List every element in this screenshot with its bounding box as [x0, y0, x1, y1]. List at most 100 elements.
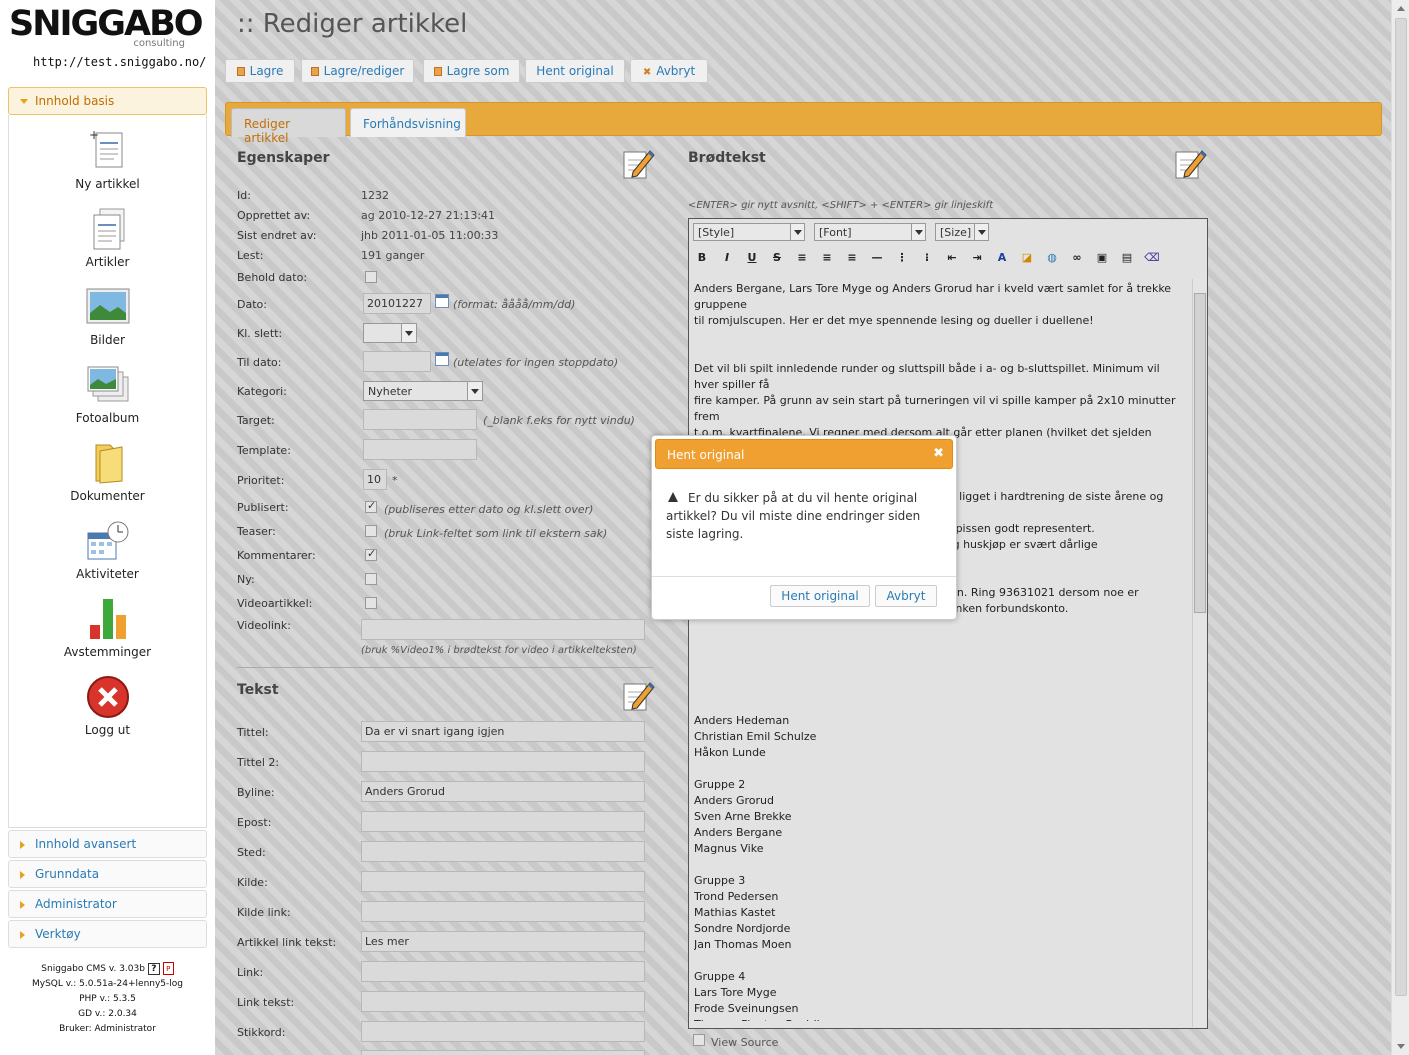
- page-scroll-thumb[interactable]: [1395, 18, 1407, 996]
- section-innhold-basis[interactable]: Innhold basis: [8, 87, 207, 115]
- align-left-icon[interactable]: ≡: [793, 249, 811, 267]
- globe-link-icon[interactable]: ◍: [1043, 249, 1061, 267]
- section-verktoy[interactable]: Verktøy: [8, 920, 207, 948]
- confirm-get-original-button[interactable]: Hent original: [770, 585, 870, 607]
- calendar-icon[interactable]: [435, 294, 449, 308]
- align-center-icon[interactable]: ≡: [818, 249, 836, 267]
- teaser-checkbox[interactable]: [365, 525, 377, 537]
- article-link-text-field[interactable]: Les mer: [361, 931, 645, 952]
- place-field[interactable]: [361, 841, 645, 862]
- highlight-icon[interactable]: ◪: [1018, 249, 1036, 267]
- module-activities[interactable]: Aktiviteter: [9, 519, 206, 581]
- dialog-cancel-button[interactable]: Avbryt: [875, 585, 937, 607]
- style-select[interactable]: [Style]: [693, 223, 805, 241]
- extra-field[interactable]: [361, 1050, 645, 1055]
- properties-heading: Egenskaper: [237, 150, 330, 166]
- dialog-title-bar: Hent original ✖: [655, 439, 953, 469]
- editor-scrollbar[interactable]: [1192, 279, 1206, 1027]
- editor-content[interactable]: Anders Bergane, Lars Tore Myge og Anders…: [694, 281, 1184, 1021]
- unordered-list-icon[interactable]: ⁝: [918, 249, 936, 267]
- keywords-field[interactable]: [361, 1021, 645, 1042]
- target-field[interactable]: [363, 409, 477, 430]
- view-source-checkbox[interactable]: [693, 1034, 705, 1046]
- collapsed-arrow-icon: [20, 931, 25, 939]
- indent-icon[interactable]: ⇥: [968, 249, 986, 267]
- module-polls[interactable]: Avstemminger: [9, 597, 206, 659]
- category-select[interactable]: Nyheter: [363, 381, 483, 401]
- calendar-clock-icon: [87, 521, 128, 560]
- published-checkbox[interactable]: [365, 499, 377, 513]
- underline-icon[interactable]: U: [743, 249, 761, 267]
- calendar-icon[interactable]: [435, 352, 449, 366]
- read-count: 191 ganger: [361, 249, 425, 262]
- page-scrollbar[interactable]: [1391, 0, 1409, 1055]
- comments-checkbox[interactable]: [365, 547, 377, 561]
- body-text-heading: Brødtekst: [688, 150, 766, 166]
- align-right-icon[interactable]: ≡: [843, 249, 861, 267]
- link-field[interactable]: [361, 961, 645, 982]
- strikethrough-icon[interactable]: S: [768, 249, 786, 267]
- source-link-field[interactable]: [361, 901, 645, 922]
- text-color-icon[interactable]: A: [993, 249, 1011, 267]
- divider: [237, 667, 653, 668]
- save-edit-button[interactable]: Lagre/rediger: [301, 59, 414, 83]
- link-text-field[interactable]: [361, 991, 645, 1012]
- section-innhold-avansert[interactable]: Innhold avansert: [8, 830, 207, 858]
- new-checkbox[interactable]: [365, 573, 377, 585]
- size-select[interactable]: [Size]: [935, 223, 989, 241]
- get-original-button[interactable]: Hent original: [525, 59, 625, 83]
- module-articles[interactable]: Artikler: [9, 207, 206, 269]
- priority-field[interactable]: 10: [363, 469, 387, 490]
- module-panel: + Ny artikkel Artikler Bilder Fotoalbum …: [8, 115, 207, 828]
- date-field[interactable]: 20101227: [363, 293, 431, 314]
- close-icon: ✖: [642, 67, 652, 78]
- module-new-article[interactable]: + Ny artikkel: [9, 129, 206, 191]
- collapsed-arrow-icon: [20, 871, 25, 879]
- link-icon[interactable]: ∞: [1068, 249, 1086, 267]
- clear-format-icon[interactable]: ⌫: [1143, 249, 1161, 267]
- cancel-button[interactable]: ✖ Avbryt: [630, 59, 708, 83]
- help-icon[interactable]: ?: [147, 963, 160, 975]
- rich-text-editor: [Style] [Font] [Size] B I U S ≡ ≡ ≡ — ⋮ …: [688, 218, 1208, 1029]
- italic-icon[interactable]: I: [718, 249, 736, 267]
- save-as-button[interactable]: Lagre som: [423, 59, 520, 83]
- changed-info: jhb 2011-01-05 11:00:33: [361, 229, 499, 242]
- keep-date-checkbox[interactable]: [365, 271, 377, 283]
- tab-preview[interactable]: Forhåndsvisning: [350, 108, 466, 137]
- video-article-checkbox[interactable]: [365, 597, 377, 609]
- bold-icon[interactable]: B: [693, 249, 711, 267]
- editor-hint: <ENTER> gir nytt avsnitt, <SHIFT> + <ENT…: [688, 200, 994, 211]
- horizontal-rule-icon[interactable]: —: [868, 249, 886, 267]
- videolink-field[interactable]: [361, 619, 645, 640]
- source-field[interactable]: [361, 871, 645, 892]
- module-photo-album[interactable]: Fotoalbum: [9, 363, 206, 425]
- site-url[interactable]: http://test.sniggabo.no/: [33, 55, 206, 69]
- tab-edit-article[interactable]: Rediger artikkel: [231, 108, 346, 145]
- template-field[interactable]: [363, 439, 477, 460]
- disk-icon: [310, 67, 319, 76]
- delete-time-select[interactable]: [363, 323, 417, 343]
- title-field[interactable]: Da er vi snart igang igjen: [361, 721, 645, 742]
- table-icon[interactable]: ▤: [1118, 249, 1136, 267]
- save-button[interactable]: Lagre: [225, 59, 295, 83]
- editor-scroll-thumb[interactable]: [1194, 293, 1206, 613]
- module-images[interactable]: Bilder: [9, 285, 206, 347]
- title2-field[interactable]: [361, 751, 645, 772]
- scroll-down-icon[interactable]: [1397, 1044, 1405, 1049]
- scroll-up-icon[interactable]: [1397, 6, 1405, 11]
- section-administrator[interactable]: Administrator: [8, 890, 207, 918]
- close-icon[interactable]: ✖: [933, 446, 944, 461]
- module-documents[interactable]: Dokumenter: [9, 441, 206, 503]
- email-field[interactable]: [361, 811, 645, 832]
- outdent-icon[interactable]: ⇤: [943, 249, 961, 267]
- to-date-field[interactable]: [363, 351, 431, 372]
- ordered-list-icon[interactable]: ⋮: [893, 249, 911, 267]
- byline-field[interactable]: Anders Grorud: [361, 781, 645, 802]
- font-select[interactable]: [Font]: [814, 223, 926, 241]
- pdf-icon[interactable]: P: [162, 962, 174, 975]
- edit-pen-icon: [1175, 150, 1207, 179]
- image-insert-icon[interactable]: ▣: [1093, 249, 1111, 267]
- sidebar: SNIGGABO consulting http://test.sniggabo…: [0, 0, 215, 1055]
- module-logout[interactable]: Logg ut: [9, 675, 206, 737]
- section-grunndata[interactable]: Grunndata: [8, 860, 207, 888]
